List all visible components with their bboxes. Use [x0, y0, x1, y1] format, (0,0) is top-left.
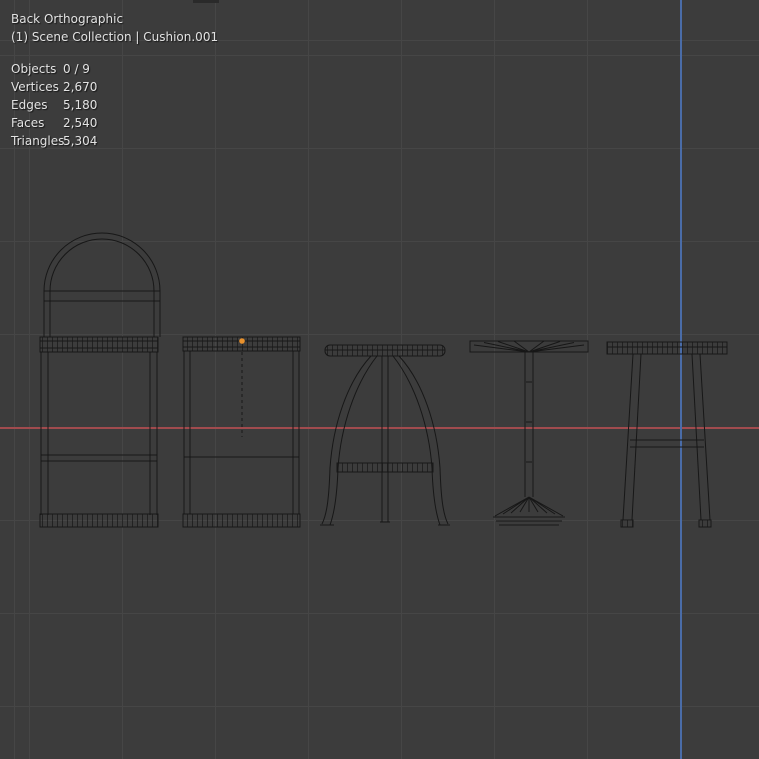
splayed-table-right-foot [698, 519, 712, 528]
splayed-table-crossbar [630, 439, 704, 448]
splayed-table-left-leg [622, 353, 642, 521]
pedestal-column [524, 352, 534, 497]
chair-seat [39, 336, 159, 353]
object-round-table[interactable] [320, 344, 450, 526]
stat-label: Triangles [11, 134, 65, 148]
stat-label: Vertices [11, 80, 59, 94]
round-table-post [381, 356, 389, 522]
round-table-left-leg [321, 355, 378, 526]
object-origin-dot[interactable] [239, 338, 245, 344]
stat-value: 5,180 [63, 98, 98, 112]
stat-label: Edges [11, 98, 48, 112]
round-table-right-leg [392, 355, 449, 526]
viewport-text-overlay: Back Orthographic (1) Scene Collection |… [11, 12, 218, 150]
pedestal-top-spokes [473, 340, 585, 353]
splayed-table-right-leg [691, 353, 711, 521]
chair-legs [40, 352, 158, 515]
object-splayed-table[interactable] [606, 341, 728, 528]
box-bottom-rail [182, 513, 301, 528]
chair-back-rail [44, 290, 160, 302]
chair-arch-inner [49, 238, 155, 337]
stat-value: 2,670 [63, 80, 98, 94]
object-cushion-box[interactable] [182, 336, 301, 528]
stat-row-triangles: Triangles 5,304 [11, 132, 218, 150]
round-table-feet [320, 521, 450, 526]
statistics-overlay: Objects 0 / 9 Vertices 2,670 Edges 5,180… [11, 60, 218, 150]
chair-arch-outer [43, 232, 161, 337]
object-pedestal-table[interactable] [469, 340, 589, 526]
pedestal-base-rings [493, 516, 565, 526]
stat-row-vertices: Vertices 2,670 [11, 78, 218, 96]
stat-label: Objects [11, 62, 57, 76]
stat-row-objects: Objects 0 / 9 [11, 60, 218, 78]
round-table-shelf [336, 462, 434, 473]
view-label: Back Orthographic [11, 12, 124, 26]
3d-viewport[interactable]: Back Orthographic (1) Scene Collection |… [0, 0, 759, 759]
stat-value: 2,540 [63, 116, 98, 130]
splayed-table-left-foot [620, 519, 634, 528]
context-label: (1) Scene Collection | Cushion.001 [11, 30, 219, 44]
splayed-table-top [606, 341, 728, 355]
object-arched-chair[interactable] [39, 232, 161, 528]
stat-value: 5,304 [63, 134, 98, 148]
chair-crossbar [41, 454, 157, 462]
stat-row-edges: Edges 5,180 [11, 96, 218, 114]
stat-row-faces: Faces 2,540 [11, 114, 218, 132]
stat-value: 0 / 9 [63, 62, 90, 76]
stat-label: Faces [11, 116, 45, 130]
editor-top-notch [193, 0, 219, 3]
chair-bottom-rail [39, 513, 159, 528]
pedestal-base-fan [494, 496, 564, 517]
